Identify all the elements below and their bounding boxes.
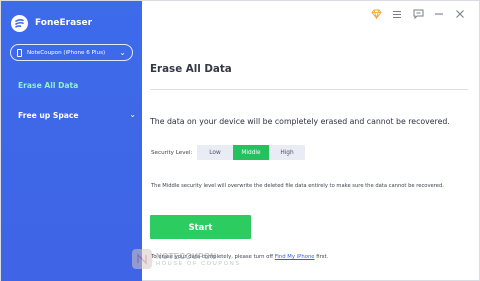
chevron-down-icon: ⌄ — [119, 48, 126, 57]
sidebar-item-free-up-space[interactable]: Free up Space ⌄ — [18, 110, 136, 120]
security-level-label: Security Level: — [151, 150, 193, 156]
device-selector[interactable]: NoteCoupon (iPhone 6 Plus) ⌄ — [10, 44, 133, 61]
sidebar-item-erase-all-data[interactable]: Erase All Data — [18, 81, 78, 90]
phone-icon — [17, 48, 22, 57]
security-level-low-button[interactable]: Low — [197, 145, 233, 160]
app-window: FoneEraser NoteCoupon (iPhone 6 Plus) ⌄ … — [0, 0, 480, 281]
chevron-down-icon: ⌄ — [129, 110, 136, 119]
erase-warning-text: The data on your device will be complete… — [150, 117, 450, 126]
page-title: Erase All Data — [150, 63, 232, 75]
security-level-high-button[interactable]: High — [269, 145, 305, 160]
app-name: FoneEraser — [35, 18, 93, 28]
security-level-description: The Middle security level will overwrite… — [151, 183, 444, 189]
start-button[interactable]: Start — [150, 215, 251, 239]
security-level-selector: Low Middle High — [197, 145, 305, 160]
sidebar-item-label: Erase All Data — [18, 81, 79, 90]
tip-prefix: To erase your data completely, please tu… — [151, 254, 275, 260]
device-name: NoteCoupon (iPhone 6 Plus) — [27, 49, 106, 56]
find-my-iphone-tip: To erase your data completely, please tu… — [151, 254, 328, 260]
tip-suffix: first. — [314, 254, 329, 260]
sidebar: FoneEraser NoteCoupon (iPhone 6 Plus) ⌄ … — [1, 1, 142, 281]
foneeraser-logo-icon — [11, 14, 28, 32]
brand: FoneEraser — [11, 13, 92, 33]
find-my-iphone-link[interactable]: Find My iPhone — [275, 254, 315, 260]
sidebar-item-label: Free up Space — [18, 111, 79, 120]
main-panel: Erase All Data The data on your device w… — [142, 1, 480, 281]
divider — [150, 89, 468, 90]
security-level-middle-button[interactable]: Middle — [233, 145, 269, 160]
